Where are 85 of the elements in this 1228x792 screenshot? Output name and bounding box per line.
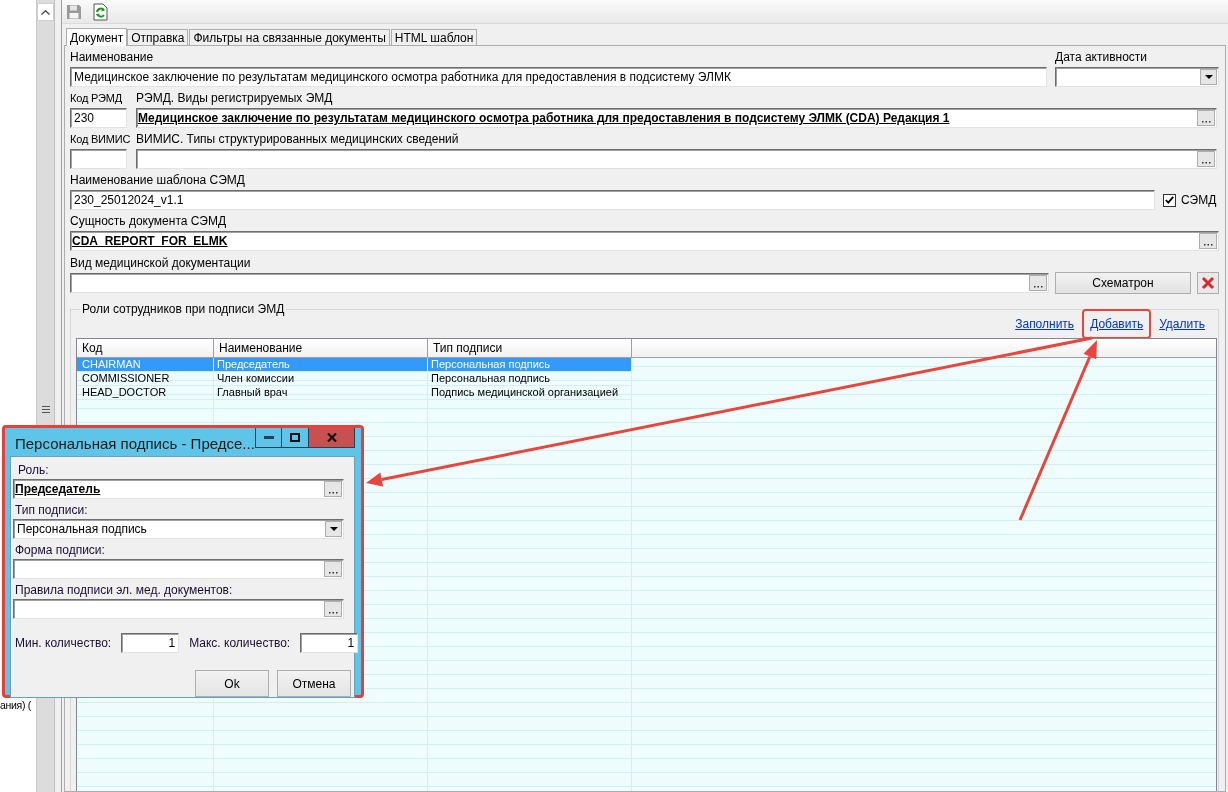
- tab[interactable]: Фильтры на связанные документы: [189, 29, 390, 45]
- lookup-field[interactable]: Медицинское заключение по результатам медицинского осмотра работника для предоставления в подсистему ЭЛМК (CDA) Редакция 1: [136, 108, 1217, 128]
- maximize-icon: [290, 433, 300, 442]
- checkmark-icon: [1165, 196, 1174, 204]
- delete-button[interactable]: [1197, 272, 1219, 294]
- field-label: ВИМИС. Типы структурированных медицинских сведений: [136, 132, 460, 146]
- number-field[interactable]: 1: [121, 633, 180, 653]
- browse-button[interactable]: [324, 481, 342, 497]
- dropdown-arrow-icon: [1204, 75, 1213, 79]
- field-label: Мин. количество:: [14, 636, 112, 650]
- tab[interactable]: HTML шаблон: [390, 29, 478, 45]
- link[interactable]: Заполнить: [1007, 309, 1083, 339]
- ellipsis-icon: [328, 611, 338, 614]
- tab[interactable]: Документ: [66, 28, 128, 46]
- refresh-icon: [92, 2, 108, 21]
- dropdown-button[interactable]: [325, 521, 342, 537]
- field-label: Правила подписи эл. мед. документов:: [14, 583, 234, 597]
- field-label: Код РЭМД: [70, 91, 122, 105]
- ellipsis-icon: [1201, 161, 1211, 164]
- browse-button[interactable]: [1029, 275, 1047, 291]
- minimize-button[interactable]: [255, 428, 282, 448]
- text-field[interactable]: [70, 149, 127, 169]
- table-cell[interactable]: COMMISSIONER: [77, 372, 214, 386]
- link[interactable]: Удалить: [1151, 309, 1213, 339]
- checkbox-label: СЭМД: [1181, 193, 1217, 207]
- ellipsis-icon: [1201, 120, 1211, 123]
- ellipsis-icon: [328, 491, 338, 494]
- field-label: Вид медицинской документации: [70, 256, 252, 270]
- browse-button[interactable]: [324, 601, 342, 617]
- table-cell[interactable]: Персональная подпись: [428, 372, 632, 386]
- lookup-field[interactable]: [13, 599, 344, 619]
- table-cell[interactable]: HEAD_DOCTOR: [77, 386, 214, 400]
- text-field[interactable]: 230_25012024_v1.1: [70, 190, 1155, 210]
- tab[interactable]: Отправка: [127, 29, 189, 45]
- schematron-button[interactable]: Схематрон: [1055, 272, 1191, 294]
- lookup-field[interactable]: [70, 273, 1049, 293]
- ok-button[interactable]: Ok: [195, 670, 269, 697]
- number-field[interactable]: 1: [300, 633, 359, 653]
- lookup-field[interactable]: CDA_REPORT_FOR_ELMK: [70, 231, 1219, 251]
- text-field[interactable]: 230: [70, 108, 127, 128]
- table-cell[interactable]: Член комиссии: [214, 372, 428, 386]
- ellipsis-icon: [1033, 285, 1043, 288]
- browse-button[interactable]: [324, 561, 342, 577]
- lookup-field[interactable]: [136, 149, 1217, 169]
- dropdown-field[interactable]: [1055, 67, 1219, 87]
- text-field[interactable]: Медицинское заключение по результатам медицинского осмотра работника для предоставления в подсистему ЭЛМК: [70, 67, 1047, 87]
- scroll-up-button[interactable]: [37, 3, 54, 21]
- browse-button[interactable]: [1197, 110, 1215, 126]
- minimize-icon: [263, 436, 274, 439]
- close-button[interactable]: [309, 428, 355, 448]
- field-label: Код ВИМИС: [70, 132, 131, 146]
- browse-button[interactable]: [1197, 151, 1215, 167]
- field-label: Наименование шаблона СЭМД: [70, 173, 246, 187]
- lookup-field[interactable]: Председатель: [13, 479, 344, 499]
- field-label: Наименование: [70, 50, 155, 64]
- close-icon: [326, 433, 337, 442]
- table-cell[interactable]: Подпись медицинской организацией: [428, 386, 632, 400]
- column-header[interactable]: Тип подписи: [428, 339, 632, 357]
- field-label: Роль:: [17, 463, 50, 477]
- ellipsis-icon: [1203, 243, 1213, 246]
- column-header[interactable]: Код: [77, 339, 214, 357]
- maximize-button[interactable]: [282, 428, 309, 448]
- field-label: Сущность документа СЭМД: [70, 214, 228, 228]
- cross-icon: [1201, 276, 1215, 290]
- ellipsis-icon: [328, 571, 338, 574]
- group-title: Роли сотрудников при подписи ЭМД: [81, 302, 286, 316]
- list-text: ания) (: [0, 699, 31, 711]
- refresh-button[interactable]: [90, 1, 110, 22]
- field-label: Тип подписи:: [14, 503, 89, 517]
- caret-up-icon: [41, 9, 50, 15]
- dropdown-arrow-icon: [329, 527, 338, 531]
- column-header[interactable]: Наименование: [214, 339, 428, 357]
- field-label: Макс. количество:: [189, 636, 291, 650]
- cancel-button[interactable]: Отмена: [277, 670, 351, 697]
- dropdown-field[interactable]: Персональная подпись: [13, 519, 344, 539]
- field-label: РЭМД. Виды регистрируемых ЭМД: [136, 91, 334, 105]
- table-cell[interactable]: Главный врач: [214, 386, 428, 400]
- field-label: Дата активности: [1055, 50, 1149, 64]
- lookup-field[interactable]: [13, 559, 344, 579]
- dialog-title: Персональная подпись - Предсе...: [14, 434, 255, 452]
- browse-button[interactable]: [1199, 233, 1217, 249]
- dropdown-button[interactable]: [1200, 69, 1217, 85]
- field-label: Форма подписи:: [14, 543, 106, 557]
- grip-icon: [41, 406, 50, 413]
- checkbox[interactable]: [1163, 193, 1176, 207]
